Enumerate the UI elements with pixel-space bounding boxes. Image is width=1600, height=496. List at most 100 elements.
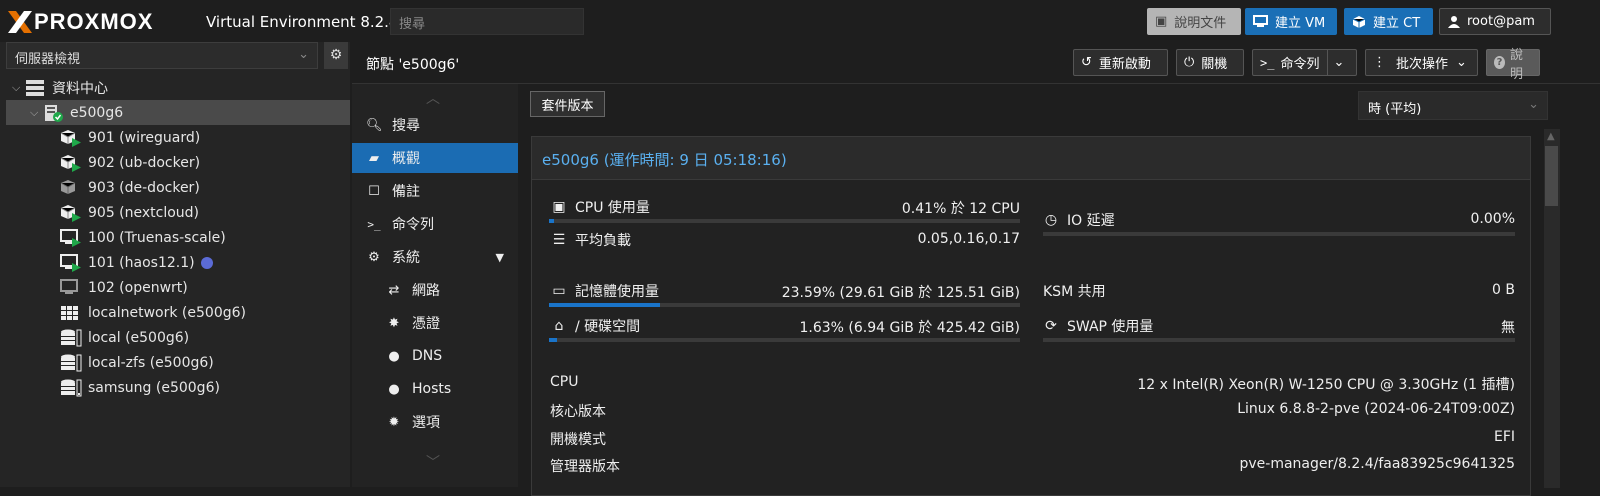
tree-item-storage-local[interactable]: local (e500g6) — [60, 325, 189, 350]
tree-item-datacenter[interactable]: ⌵ 資料中心 — [12, 75, 350, 100]
create-ct-button[interactable]: 建立 CT — [1344, 8, 1433, 35]
disk-space-text: / 硬碟空間 — [575, 319, 641, 335]
disk-space-fill — [549, 338, 557, 342]
tree-item-ct-903[interactable]: 903 (de-docker) — [60, 175, 200, 200]
bulk-label: 批次操作 — [1396, 57, 1449, 72]
menu-item-hosts[interactable]: ● Hosts — [352, 374, 518, 404]
menu-item-label: 網路 — [412, 283, 440, 299]
cpu-usage-text: CPU 使用量 — [575, 200, 650, 216]
create-vm-button[interactable]: 建立 VM — [1245, 8, 1337, 35]
menu-item-certificates[interactable]: ✸ 憑證 — [352, 308, 518, 338]
info-key-manager-version: 管理器版本 — [550, 459, 620, 475]
tree-item-storage-samsung[interactable]: samsung (e500g6) — [60, 375, 220, 400]
tree-item-ct-902[interactable]: 902 (ub-docker) — [60, 150, 200, 175]
load-average-label: ☰ 平均負載 — [551, 230, 631, 250]
ksm-value: 0 B — [1492, 282, 1515, 298]
tree-item-ct-901[interactable]: 901 (wireguard) — [60, 125, 200, 150]
certificate-icon: ✸ — [388, 315, 400, 331]
exchange-icon: ⇄ — [388, 282, 400, 298]
book-icon: ▰ — [369, 150, 379, 166]
docs-button[interactable]: ▣ 說明文件 — [1147, 8, 1241, 35]
tree-item-vm-100[interactable]: 100 (Truenas-scale) — [60, 225, 226, 250]
memory-usage-fill — [549, 303, 661, 307]
cpu-chip-icon: ▣ — [552, 199, 566, 215]
help-label: 說明 — [1510, 47, 1524, 82]
info-key-boot-mode: 開機模式 — [550, 432, 606, 448]
user-menu-button[interactable]: root@pam — [1439, 8, 1551, 35]
sdn-grid-icon — [61, 305, 78, 320]
reboot-button[interactable]: ↺ 重新啟動 — [1073, 49, 1168, 76]
view-select[interactable]: 伺服器檢視 ⌄ — [6, 42, 318, 69]
tree-item-label: localnetwork (e500g6) — [88, 304, 246, 321]
menu-item-search[interactable]: 🔍︎ 搜尋 — [352, 110, 518, 140]
chevron-down-icon: ⌄ — [1528, 97, 1539, 112]
search-input[interactable]: 搜尋 — [390, 8, 584, 35]
info-key-cpu: CPU — [550, 374, 579, 390]
load-average-text: 平均負載 — [575, 233, 631, 249]
proxmox-logo[interactable]: PROXMOX — [7, 9, 154, 34]
book-icon: ▣ — [1155, 14, 1168, 29]
gear-icon: ⚙ — [329, 47, 343, 63]
menu-item-label: 命令列 — [392, 217, 434, 233]
swap-usage-text: SWAP 使用量 — [1067, 319, 1154, 335]
scrollbar-thumb[interactable] — [1545, 146, 1558, 206]
scroll-up-icon: ▲ — [1547, 131, 1555, 142]
scroll-up-icon[interactable]: ︿ — [426, 88, 440, 108]
top-bar: PROXMOX Virtual Environment 8.2.4 搜尋 ▣ 說… — [0, 0, 1600, 42]
status-panel-title: e500g6 (運作時間: 9 日 05:18:16) — [532, 137, 1530, 180]
container-running-icon — [60, 129, 81, 147]
cogs-icon: ⚙ — [368, 249, 380, 265]
vm-running-icon — [60, 228, 81, 247]
shell-button[interactable]: >_ 命令列 ⌄ — [1252, 49, 1357, 76]
scroll-down-icon[interactable]: ﹀ — [426, 452, 440, 472]
tasks-icon: ☰ — [552, 232, 566, 248]
menu-item-options[interactable]: ✹ 選項 — [352, 407, 518, 437]
tree-settings-button[interactable]: ⚙ — [324, 42, 348, 69]
page-title: 節點 'e500g6' — [366, 57, 460, 73]
bulk-actions-button[interactable]: ⋮ 批次操作 ⌄ — [1365, 49, 1478, 76]
tree-item-label: local (e500g6) — [88, 329, 190, 346]
io-delay-bar — [1043, 232, 1515, 236]
timeframe-value: 時 (平均) — [1368, 102, 1422, 117]
memory-usage-label: ▭ 記憶體使用量 — [551, 281, 659, 301]
tree-item-label: 905 (nextcloud) — [88, 204, 200, 221]
terminal-icon: >_ — [367, 217, 381, 231]
info-value-manager-version: pve-manager/8.2.4/faa83925c9641325 — [1239, 456, 1516, 472]
reboot-label: 重新啟動 — [1098, 57, 1151, 72]
globe-icon: ● — [388, 348, 400, 364]
brand-name: PROXMOX — [34, 9, 154, 34]
shutdown-label: 關機 — [1201, 57, 1228, 72]
menu-item-system[interactable]: ⚙ 系統 ▼ — [352, 242, 518, 272]
content-scrollbar[interactable]: ▲ — [1544, 129, 1560, 488]
menu-item-dns[interactable]: ● DNS — [352, 341, 518, 371]
storage-icon — [61, 379, 82, 396]
caret-down-icon: ▼ — [495, 250, 504, 264]
tree-item-node-e500g6[interactable]: ⌵ e500g6 — [6, 100, 350, 125]
menu-item-notes[interactable]: ☐ 備註 — [352, 176, 518, 206]
tree-item-storage-local-zfs[interactable]: local-zfs (e500g6) — [60, 350, 214, 375]
view-select-value: 伺服器檢視 — [15, 52, 81, 67]
summary-content: 套件版本 時 (平均) ⌄ e500g6 (運作時間: 9 日 05:18:16… — [518, 83, 1600, 496]
tree-item-sdn[interactable]: localnetwork (e500g6) — [60, 300, 246, 325]
tree-item-label: 101 (haos12.1) — [88, 254, 195, 271]
container-running-icon — [60, 204, 81, 222]
shell-label: 命令列 — [1280, 57, 1320, 72]
user-label: root@pam — [1467, 14, 1535, 29]
chevron-down-icon: ⌄ — [298, 47, 309, 62]
undo-icon: ↺ — [1081, 55, 1092, 70]
tree-item-vm-102[interactable]: 102 (openwrt) — [60, 275, 188, 300]
shutdown-button[interactable]: ⏻ 關機 — [1176, 49, 1244, 76]
package-versions-button[interactable]: 套件版本 — [530, 91, 605, 117]
timeframe-select[interactable]: 時 (平均) ⌄ — [1358, 91, 1548, 120]
chevron-down-icon: ⌄ — [1456, 55, 1467, 70]
tree-item-label: local-zfs (e500g6) — [88, 354, 214, 371]
ha-status-dot — [200, 256, 213, 269]
tree-item-vm-101[interactable]: 101 (haos12.1) — [60, 250, 213, 275]
tree-item-ct-905[interactable]: 905 (nextcloud) — [60, 200, 199, 225]
help-button[interactable]: ? 說明 — [1486, 48, 1540, 82]
menu-item-summary[interactable]: ▰ 概觀 — [352, 143, 518, 173]
menu-item-shell[interactable]: >_ 命令列 — [352, 209, 518, 239]
menu-item-network[interactable]: ⇄ 網路 — [352, 275, 518, 305]
node-menu: ︿ 🔍︎ 搜尋 ▰ 概觀 ☐ 備註 >_ 命令列 ⚙ 系統 ▼ ⇄ 網路 ✸ 憑… — [352, 83, 518, 487]
question-icon: ? — [1494, 56, 1505, 69]
